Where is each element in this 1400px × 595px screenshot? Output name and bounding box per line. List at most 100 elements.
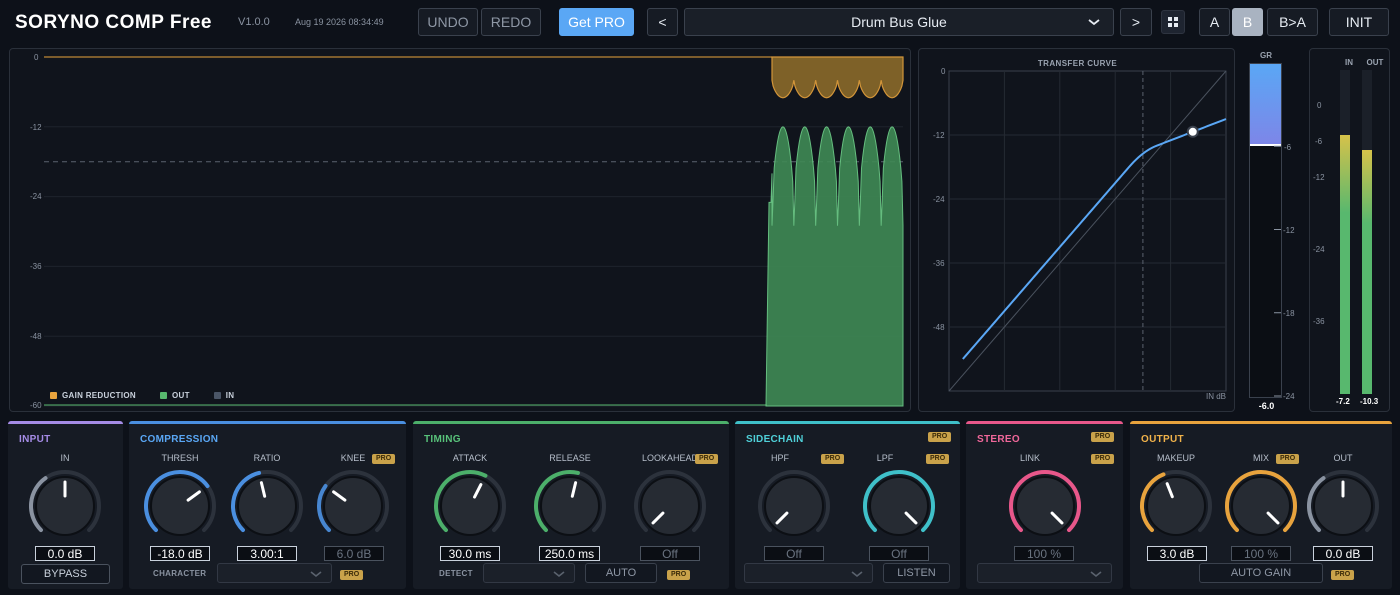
sidechain-title: SIDECHAIN <box>746 434 804 445</box>
lpf-label: LPF <box>876 453 894 463</box>
get-pro-button[interactable]: Get PRO <box>559 8 634 36</box>
plugin-title: SORYNO COMP Free <box>15 12 212 33</box>
auto-release-button: AUTO <box>585 563 657 583</box>
attack-value[interactable]: 30.0 ms <box>440 546 500 561</box>
stereo-pro-badge: PRO <box>1091 432 1115 442</box>
in-meter <box>1340 70 1350 394</box>
redo-button[interactable]: REDO <box>481 8 541 36</box>
release-label: RELEASE <box>549 453 591 463</box>
input-gain-knob[interactable] <box>25 466 105 546</box>
knob-body <box>323 476 383 536</box>
chevron-down-icon <box>310 571 322 578</box>
gr-tick: -6 <box>1284 143 1292 152</box>
makeup-knob[interactable] <box>1136 466 1216 546</box>
ratio-value[interactable]: 3.00:1 <box>237 546 297 561</box>
auto-gain-button: AUTO GAIN <box>1199 563 1323 583</box>
lpf-value: Off <box>869 546 929 561</box>
knob-body <box>640 476 700 536</box>
lookahead-value: Off <box>640 546 700 561</box>
timing-title: TIMING <box>424 434 461 445</box>
prev-preset-button[interactable]: < <box>647 8 678 36</box>
gr-tick: -24 <box>1283 392 1295 401</box>
auto-gain-pro-badge: PRO <box>1331 570 1355 580</box>
output-gain-knob[interactable] <box>1303 466 1383 546</box>
attack-label: ATTACK <box>452 453 488 463</box>
undo-button[interactable]: UNDO <box>418 8 478 36</box>
legend-out: OUT <box>171 391 190 400</box>
hpf-value: Off <box>764 546 824 561</box>
io-tick: 0 <box>1317 101 1322 110</box>
preset-grid-button[interactable] <box>1161 10 1185 34</box>
mix-knob <box>1225 470 1297 536</box>
stereo-module: STEREO PRO LINK PRO 100 % <box>966 421 1123 589</box>
gr-meter-value: -6.0 <box>1258 401 1275 411</box>
thresh-label: THRESH <box>161 453 199 463</box>
hpf-pro-badge: PRO <box>821 454 845 464</box>
stereo-link-knob <box>1009 470 1081 536</box>
stereo-mode-dropdown <box>977 563 1112 583</box>
io-tick: -24 <box>1313 245 1325 254</box>
copy-b-to-a-button[interactable]: B>A <box>1267 8 1318 36</box>
link-pro-badge: PRO <box>1091 454 1115 464</box>
history-y-tick: 0 <box>34 53 39 62</box>
auto-pro-badge: PRO <box>667 570 691 580</box>
transfer-curve-panel: TRANSFER CURVE 0 -12 -24 -36 -48 IN dB <box>918 48 1235 412</box>
threshold-knob[interactable] <box>140 466 220 546</box>
knee-knob <box>317 470 389 536</box>
gr-tick: -18 <box>1283 309 1295 318</box>
character-dropdown <box>217 563 332 583</box>
mix-value: 100 % <box>1231 546 1291 561</box>
preset-name: Drum Bus Glue <box>851 14 947 30</box>
makeup-value[interactable]: 3.0 dB <box>1147 546 1207 561</box>
out-waveform <box>765 126 904 407</box>
io-tick: -36 <box>1313 317 1325 326</box>
character-pro-badge: PRO <box>340 570 364 580</box>
next-preset-button[interactable]: > <box>1120 8 1152 36</box>
legend-in: IN <box>225 391 235 400</box>
knee-pro-badge: PRO <box>372 454 396 464</box>
grid-icon <box>1168 17 1178 27</box>
in-knob-label: IN <box>60 453 70 463</box>
transfer-y-tick: -12 <box>933 131 945 140</box>
in-meter-value: -7.2 <box>1336 397 1350 406</box>
output-gain-value[interactable]: 0.0 dB <box>1313 546 1373 561</box>
input-gain-value[interactable]: 0.0 dB <box>35 546 95 561</box>
release-knob[interactable] <box>530 466 610 546</box>
knob-body <box>150 476 210 536</box>
lpf-knob <box>863 470 935 536</box>
character-label: CHARACTER <box>153 569 207 578</box>
release-value[interactable]: 250.0 ms <box>539 546 600 561</box>
knob-body <box>540 476 600 536</box>
threshold-value[interactable]: -18.0 dB <box>150 546 210 561</box>
attack-knob[interactable] <box>430 466 510 546</box>
lookahead-knob <box>634 470 706 536</box>
chevron-down-icon <box>1090 571 1102 578</box>
detect-label: DETECT <box>439 569 473 578</box>
chevron-down-icon <box>553 571 565 578</box>
listen-button: LISTEN <box>883 563 950 583</box>
ab-b-button[interactable]: B <box>1232 8 1263 36</box>
history-y-tick: -24 <box>30 192 42 201</box>
preset-selector[interactable]: Drum Bus Glue <box>684 8 1114 36</box>
knob-body <box>1146 476 1206 536</box>
io-tick: -12 <box>1313 173 1325 182</box>
history-y-tick: -48 <box>30 332 42 341</box>
out-meter-label: OUT <box>1366 58 1384 67</box>
chevron-down-icon <box>851 571 863 578</box>
init-button[interactable]: INIT <box>1329 8 1389 36</box>
gain-reduction-swatch <box>50 392 57 399</box>
transfer-y-tick: -36 <box>933 259 945 268</box>
gr-meter-ticks <box>1274 145 1281 397</box>
ab-a-button[interactable]: A <box>1199 8 1230 36</box>
hpf-knob <box>758 470 830 536</box>
out-meter <box>1362 70 1372 394</box>
transfer-y-tick: 0 <box>941 67 946 76</box>
version-label: V1.0.0 <box>238 16 270 28</box>
in-swatch <box>213 392 221 399</box>
gr-meter <box>1249 63 1282 398</box>
ratio-knob[interactable] <box>227 466 307 546</box>
bypass-button[interactable]: BYPASS <box>21 564 110 584</box>
knob-body <box>869 476 929 536</box>
output-module: OUTPUT MAKEUP 3.0 dB MIX PRO 100 % OUT 0… <box>1130 421 1392 589</box>
transfer-curve-graph[interactable] <box>919 49 1236 411</box>
